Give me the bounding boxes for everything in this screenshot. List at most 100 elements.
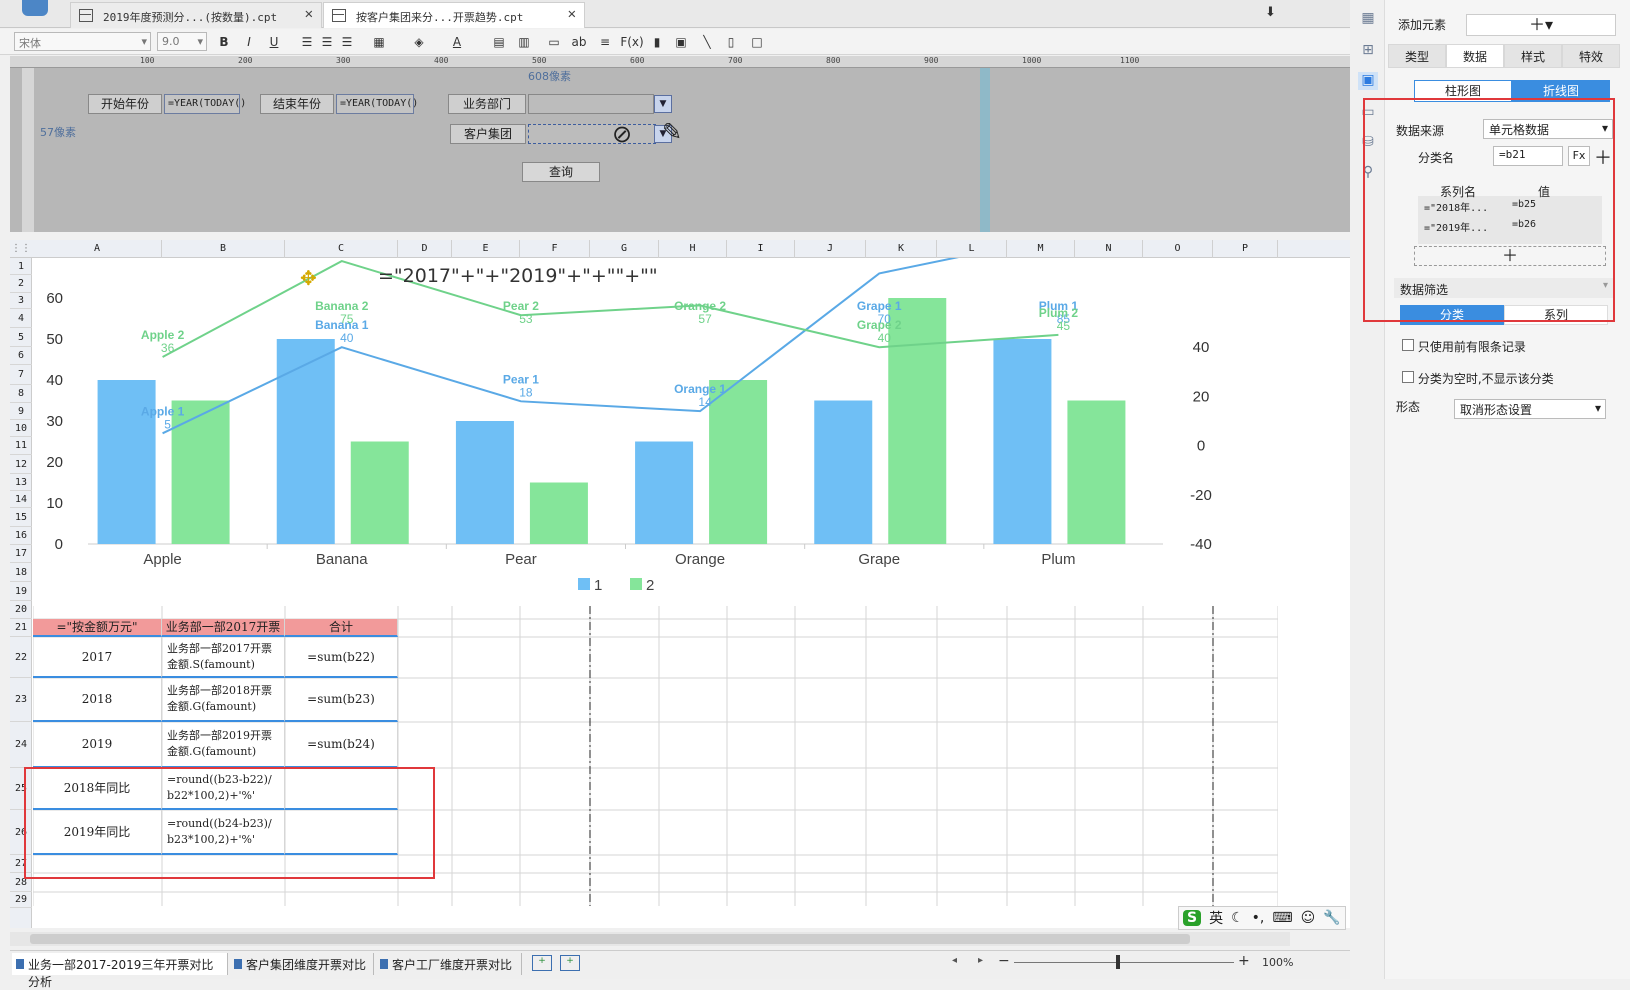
ime-toolbar[interactable]: S 英 ☾ •, ⌨ ☺ 🔧: [1178, 906, 1346, 930]
row-header[interactable]: 5: [10, 328, 32, 347]
table-cell[interactable]: =sum(b24): [285, 722, 398, 768]
align-right-icon[interactable]: ☰: [338, 33, 356, 51]
hidden-eye-icon[interactable]: ⊘: [612, 120, 632, 148]
column-header[interactable]: J: [795, 240, 866, 258]
row-header[interactable]: 11: [10, 437, 32, 455]
select-all-icon[interactable]: ⋮⋮: [10, 240, 32, 258]
underline-button[interactable]: U: [265, 33, 283, 51]
panel-tab[interactable]: 数据: [1446, 44, 1504, 68]
horizontal-scrollbar[interactable]: [10, 932, 1290, 946]
row-header[interactable]: 16: [10, 527, 32, 545]
row-header[interactable]: 24: [10, 722, 32, 768]
table-cell[interactable]: 业务部一部2018开票 金额.G(famount): [162, 678, 285, 722]
formula-icon[interactable]: F(x): [620, 33, 644, 51]
tab-2019-forecast[interactable]: 2019年度预测分...(按数量).cpt ✕: [70, 2, 322, 28]
table-cell[interactable]: =sum(b23): [285, 678, 398, 722]
sheet-tab-1[interactable]: 业务一部2017-2019三年开票对比分析: [12, 953, 228, 989]
bold-button[interactable]: B: [215, 33, 233, 51]
end-year-input[interactable]: =YEAR(TODAY(): [336, 94, 418, 114]
panel-tab[interactable]: 特效: [1562, 44, 1620, 68]
query-button[interactable]: 查询: [522, 162, 600, 182]
row-header[interactable]: 13: [10, 474, 32, 491]
column-header[interactable]: O: [1143, 240, 1213, 258]
chart-canvas[interactable]: 0 10 20 30 40 50 60 -40 -20 0 20 40 Apple Banana Pear O…: [33, 258, 1215, 606]
column-header[interactable]: L: [937, 240, 1007, 258]
row-header[interactable]: 1: [10, 258, 32, 275]
panel-tab[interactable]: 类型: [1388, 44, 1446, 68]
column-header[interactable]: H: [659, 240, 727, 258]
row-header[interactable]: 17: [10, 545, 32, 563]
column-header[interactable]: N: [1075, 240, 1143, 258]
department-combobox[interactable]: [528, 94, 654, 114]
next-page-icon[interactable]: ▸: [978, 955, 983, 966]
row-header[interactable]: 14: [10, 491, 32, 508]
scroll-thumb[interactable]: [30, 934, 1190, 944]
column-header[interactable]: K: [866, 240, 937, 258]
table-header-cell[interactable]: ="按金额万元": [33, 619, 162, 637]
row-header[interactable]: 15: [10, 508, 32, 527]
row-header[interactable]: 8: [10, 385, 32, 403]
align-center-icon[interactable]: ☰: [318, 33, 336, 51]
close-icon[interactable]: ✕: [568, 6, 576, 22]
align-left-icon[interactable]: ☰: [298, 33, 316, 51]
row-header[interactable]: 22: [10, 637, 32, 678]
move-handle-icon[interactable]: ✥: [300, 266, 317, 290]
dropdown-icon[interactable]: ▼: [654, 95, 672, 113]
sub-report-icon[interactable]: ▯: [722, 33, 740, 51]
sheet-tab-3[interactable]: 客户工厂维度开票对比: [376, 953, 522, 975]
font-size-select[interactable]: 9.0 ▾: [157, 32, 207, 51]
font-color-icon[interactable]: A: [448, 33, 466, 51]
column-header[interactable]: D: [398, 240, 452, 258]
table-header-cell[interactable]: 合计: [285, 619, 398, 637]
split-cells-icon[interactable]: ▥: [515, 33, 533, 51]
row-header[interactable]: 20: [10, 601, 32, 619]
cell-attr-icon[interactable]: ▦: [1358, 10, 1378, 28]
table-cell[interactable]: 业务部一部2019开票 金额.G(famount): [162, 722, 285, 768]
column-header[interactable]: M: [1007, 240, 1075, 258]
column-header[interactable]: I: [727, 240, 795, 258]
column-header[interactable]: F: [520, 240, 590, 258]
row-header[interactable]: 7: [10, 365, 32, 385]
app-logo-icon[interactable]: [22, 0, 48, 16]
widget-icon[interactable]: ⊞: [1358, 42, 1378, 60]
insert-image-icon[interactable]: ▣: [672, 33, 690, 51]
merge-cells-icon[interactable]: ▤: [490, 33, 508, 51]
close-icon[interactable]: ✕: [305, 6, 313, 22]
row-header[interactable]: 29: [10, 892, 32, 908]
zoom-slider[interactable]: [1014, 962, 1234, 963]
table-cell[interactable]: 2019: [33, 722, 162, 768]
row-header[interactable]: 23: [10, 678, 32, 722]
row-header[interactable]: 19: [10, 582, 32, 601]
table-cell[interactable]: =sum(b22): [285, 637, 398, 678]
slash-icon[interactable]: ╲: [698, 33, 716, 51]
row-header[interactable]: 6: [10, 347, 32, 365]
hide-empty-option[interactable]: 分类为空时,不显示该分类: [1402, 370, 1554, 387]
add-sheet-icon[interactable]: +: [532, 955, 552, 971]
table-cell[interactable]: 2017: [33, 637, 162, 678]
insert-chart-icon[interactable]: ▮: [648, 33, 666, 51]
zoom-out-icon[interactable]: −: [998, 953, 1010, 969]
wrench-icon[interactable]: 🔧: [1323, 910, 1340, 926]
row-header[interactable]: 21: [10, 619, 32, 637]
checkbox[interactable]: [1402, 339, 1414, 351]
text-icon[interactable]: ab: [570, 33, 588, 51]
italic-button[interactable]: I: [240, 33, 258, 51]
table-cell[interactable]: 2018: [33, 678, 162, 722]
row-header[interactable]: 9: [10, 403, 32, 420]
tab-menu-icon[interactable]: ⬇: [1265, 5, 1276, 20]
state-select[interactable]: 取消形态设置 ▾: [1454, 399, 1606, 419]
ime-language[interactable]: 英: [1209, 908, 1223, 928]
panel-tab[interactable]: 样式: [1504, 44, 1562, 68]
checkbox[interactable]: [1402, 371, 1414, 383]
chart-attr-icon[interactable]: ▣: [1358, 72, 1378, 90]
zoom-in-icon[interactable]: +: [1238, 953, 1250, 969]
add-poly-sheet-icon[interactable]: +: [560, 955, 580, 971]
column-header[interactable]: B: [162, 240, 285, 258]
sheet-tab-2[interactable]: 客户集团维度开票对比: [230, 953, 374, 975]
row-header[interactable]: 12: [10, 455, 32, 474]
row-header[interactable]: 18: [10, 563, 32, 582]
column-header[interactable]: P: [1213, 240, 1278, 258]
column-header[interactable]: C: [285, 240, 398, 258]
row-header[interactable]: 2: [10, 275, 32, 293]
tab-customer-group-trend[interactable]: 按客户集团来分...开票趋势.cpt ✕: [323, 2, 585, 28]
